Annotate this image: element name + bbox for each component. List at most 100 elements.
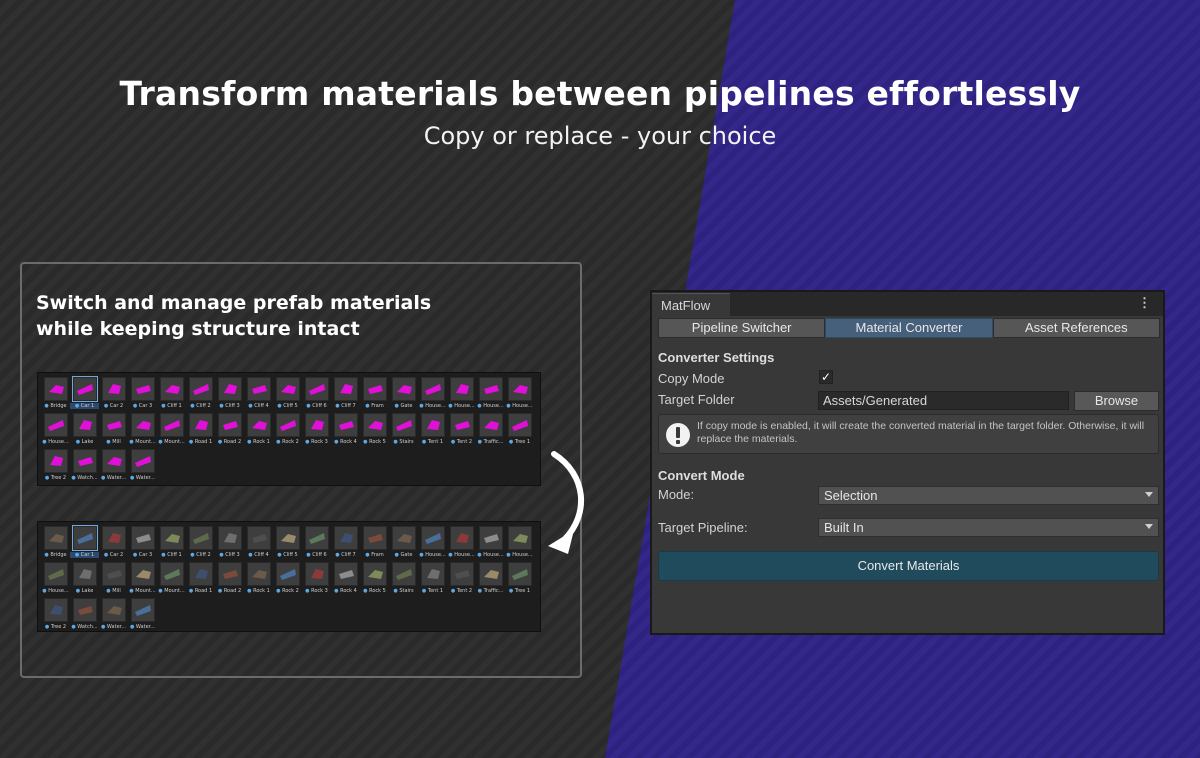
asset-item[interactable]: ● Rock 5 bbox=[360, 562, 389, 598]
convert-materials-button[interactable]: Convert Materials bbox=[658, 551, 1159, 581]
asset-item[interactable]: ● House... bbox=[505, 526, 534, 562]
asset-item[interactable]: ● Rock 1 bbox=[244, 413, 273, 449]
asset-item[interactable]: ● House... bbox=[476, 526, 505, 562]
asset-item[interactable]: ● Cliff 2 bbox=[186, 526, 215, 562]
asset-item[interactable]: ● House... bbox=[418, 377, 447, 413]
asset-item[interactable]: ● House... bbox=[41, 562, 70, 598]
asset-item[interactable]: ● Mill bbox=[99, 562, 128, 598]
asset-item[interactable]: ● Car 1 bbox=[70, 525, 99, 562]
asset-item[interactable]: ● Tent 1 bbox=[418, 413, 447, 449]
asset-item[interactable]: ● Water... bbox=[99, 449, 128, 485]
asset-item[interactable]: ● Traffic... bbox=[476, 562, 505, 598]
asset-item[interactable]: ● House... bbox=[418, 526, 447, 562]
asset-item[interactable]: ● Cliff 7 bbox=[331, 377, 360, 413]
asset-item[interactable]: ● Traffic... bbox=[476, 413, 505, 449]
asset-item[interactable]: ● House... bbox=[41, 413, 70, 449]
asset-item[interactable]: ● House... bbox=[447, 377, 476, 413]
tab-pipeline-switcher[interactable]: Pipeline Switcher bbox=[658, 318, 826, 338]
asset-item[interactable]: ● Cliff 7 bbox=[331, 526, 360, 562]
asset-item[interactable]: ● Rock 3 bbox=[302, 562, 331, 598]
asset-item[interactable]: ● Mount... bbox=[128, 562, 157, 598]
asset-item[interactable]: ● House... bbox=[505, 377, 534, 413]
tab-asset-references[interactable]: Asset References bbox=[992, 318, 1160, 338]
asset-item[interactable]: ● Cliff 6 bbox=[302, 526, 331, 562]
asset-item[interactable]: ● Water... bbox=[99, 598, 128, 634]
tab-material-converter[interactable]: Material Converter bbox=[825, 318, 993, 338]
asset-item[interactable]: ● Watch... bbox=[70, 598, 99, 634]
mode-dropdown[interactable]: Selection bbox=[818, 486, 1159, 505]
asset-item[interactable]: ● Lake bbox=[70, 562, 99, 598]
target-folder-input[interactable]: Assets/Generated bbox=[818, 391, 1069, 410]
asset-item[interactable]: ● Car 2 bbox=[99, 526, 128, 562]
asset-item[interactable]: ● Rock 2 bbox=[273, 562, 302, 598]
asset-item[interactable]: ● Road 2 bbox=[215, 413, 244, 449]
asset-item[interactable]: ● Rock 4 bbox=[331, 413, 360, 449]
asset-item[interactable]: ● Cliff 4 bbox=[244, 526, 273, 562]
asset-item[interactable]: ● Mill bbox=[99, 413, 128, 449]
copy-mode-checkbox[interactable]: ✓ bbox=[819, 370, 833, 384]
asset-item[interactable]: ● House... bbox=[476, 377, 505, 413]
asset-item[interactable]: ● Gate bbox=[389, 526, 418, 562]
asset-item[interactable]: ● Car 1 bbox=[70, 376, 99, 413]
asset-item[interactable]: ● Rock 4 bbox=[331, 562, 360, 598]
asset-item[interactable]: ● Car 3 bbox=[128, 526, 157, 562]
asset-item[interactable]: ● Mount... bbox=[157, 413, 186, 449]
asset-item[interactable]: ● Car 3 bbox=[128, 377, 157, 413]
asset-item[interactable]: ● Rock 5 bbox=[360, 413, 389, 449]
missing-material-icon bbox=[251, 421, 267, 430]
browse-button[interactable]: Browse bbox=[1074, 391, 1159, 411]
asset-item[interactable]: ● Rock 3 bbox=[302, 413, 331, 449]
asset-item[interactable]: ● Road 2 bbox=[215, 562, 244, 598]
asset-item[interactable]: ● Tree 1 bbox=[505, 562, 534, 598]
asset-item[interactable]: ● Cliff 2 bbox=[186, 377, 215, 413]
asset-thumbnail bbox=[391, 562, 416, 586]
asset-name: Cliff 6 bbox=[312, 403, 327, 409]
asset-item[interactable]: ● Lake bbox=[70, 413, 99, 449]
asset-item[interactable]: ● Stairs bbox=[389, 413, 418, 449]
asset-item[interactable]: ● Cliff 6 bbox=[302, 377, 331, 413]
asset-name: Rock 2 bbox=[282, 588, 299, 594]
asset-item[interactable]: ● Cliff 4 bbox=[244, 377, 273, 413]
asset-item[interactable]: ● Bridge bbox=[41, 526, 70, 562]
asset-item[interactable]: ● Rock 1 bbox=[244, 562, 273, 598]
asset-item[interactable]: ● Road 1 bbox=[186, 562, 215, 598]
asset-item[interactable]: ● Fram bbox=[360, 377, 389, 413]
asset-item[interactable]: ● Water... bbox=[128, 598, 157, 634]
asset-item[interactable]: ● Cliff 1 bbox=[157, 526, 186, 562]
asset-item[interactable]: ● Tent 1 bbox=[418, 562, 447, 598]
window-tab-matflow[interactable]: MatFlow bbox=[652, 293, 730, 316]
model-preview-icon bbox=[78, 569, 92, 579]
asset-name: Road 1 bbox=[194, 439, 213, 445]
asset-thumbnail bbox=[101, 449, 126, 473]
asset-item[interactable]: ● Watch... bbox=[70, 449, 99, 485]
asset-name: Rock 3 bbox=[311, 588, 328, 594]
asset-item[interactable]: ● Gate bbox=[389, 377, 418, 413]
asset-item[interactable]: ● Mount... bbox=[128, 413, 157, 449]
asset-item[interactable]: ● Mount... bbox=[157, 562, 186, 598]
asset-label: ● Mill bbox=[99, 588, 128, 594]
target-pipeline-dropdown[interactable]: Built In bbox=[818, 518, 1159, 537]
asset-item[interactable]: ● Tent 2 bbox=[447, 562, 476, 598]
asset-item[interactable]: ● Tree 2 bbox=[41, 598, 70, 634]
asset-item[interactable]: ● Cliff 5 bbox=[273, 526, 302, 562]
asset-label: ● Rock 5 bbox=[360, 588, 389, 594]
asset-item[interactable]: ● Cliff 5 bbox=[273, 377, 302, 413]
asset-name: House... bbox=[454, 552, 475, 558]
asset-item[interactable]: ● Stairs bbox=[389, 562, 418, 598]
asset-thumbnail bbox=[420, 413, 445, 437]
asset-item[interactable]: ● Rock 2 bbox=[273, 413, 302, 449]
asset-item[interactable]: ● Tree 2 bbox=[41, 449, 70, 485]
asset-item[interactable]: ● Cliff 3 bbox=[215, 377, 244, 413]
asset-item[interactable]: ● Car 2 bbox=[99, 377, 128, 413]
asset-item[interactable]: ● Road 1 bbox=[186, 413, 215, 449]
asset-item[interactable]: ● House... bbox=[447, 526, 476, 562]
asset-item[interactable]: ● Cliff 1 bbox=[157, 377, 186, 413]
asset-item[interactable]: ● Tent 2 bbox=[447, 413, 476, 449]
asset-item[interactable]: ● Tree 1 bbox=[505, 413, 534, 449]
asset-item[interactable]: ● Fram bbox=[360, 526, 389, 562]
asset-item[interactable]: ● Bridge bbox=[41, 377, 70, 413]
chevron-down-icon bbox=[1145, 492, 1153, 497]
asset-item[interactable]: ● Cliff 3 bbox=[215, 526, 244, 562]
asset-item[interactable]: ● Water... bbox=[128, 449, 157, 485]
kebab-menu-icon[interactable]: ⋮ bbox=[1138, 295, 1151, 311]
